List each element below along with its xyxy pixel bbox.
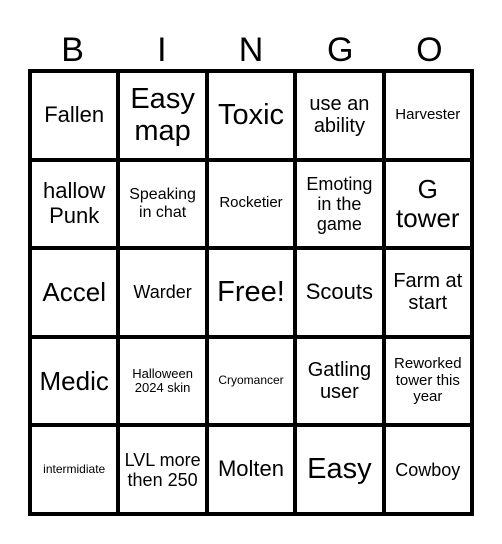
bingo-cell[interactable]: Harvester <box>385 73 470 158</box>
bingo-cell[interactable]: Easy map <box>120 73 205 158</box>
bingo-header: B I N G O <box>28 30 474 70</box>
header-letter-g: G <box>326 31 354 69</box>
bingo-cell[interactable]: Farm at start <box>385 250 470 335</box>
bingo-cell[interactable]: Cowboy <box>385 427 470 512</box>
bingo-cell[interactable]: Free! <box>208 250 294 335</box>
bingo-cell[interactable]: hallow Punk <box>32 161 117 247</box>
bingo-cell[interactable]: use an ability <box>297 73 382 158</box>
bingo-board: Fallen Easy map Toxic use an ability Har… <box>28 69 474 516</box>
bingo-cell[interactable]: Easy <box>297 427 382 512</box>
bingo-cell[interactable]: Warder <box>120 250 205 335</box>
bingo-cell[interactable]: Fallen <box>32 73 117 158</box>
bingo-cell[interactable]: Rocketier <box>208 161 294 247</box>
bingo-cell[interactable]: Molten <box>208 427 294 512</box>
header-letter-i: I <box>157 31 167 69</box>
bingo-cell[interactable]: G tower <box>385 161 470 247</box>
bingo-cell[interactable]: Speaking in chat <box>120 161 205 247</box>
bingo-cell[interactable]: Reworked tower this year <box>385 338 470 424</box>
bingo-cell[interactable]: intermidiate <box>32 427 117 512</box>
header-letter-o: O <box>416 31 443 69</box>
bingo-cell[interactable]: Emoting in the game <box>297 161 382 247</box>
bingo-cell[interactable]: Scouts <box>297 250 382 335</box>
bingo-cell[interactable]: Cryomancer <box>208 338 294 424</box>
bingo-cell[interactable]: Accel <box>32 250 117 335</box>
header-letter-n: N <box>238 31 264 69</box>
header-letter-b: B <box>61 31 84 69</box>
bingo-cell[interactable]: Toxic <box>208 73 294 158</box>
bingo-cell[interactable]: Gatling user <box>297 338 382 424</box>
bingo-cell[interactable]: Medic <box>32 338 117 424</box>
bingo-cell[interactable]: LVL more then 250 <box>120 427 205 512</box>
bingo-cell[interactable]: Halloween 2024 skin <box>120 338 205 424</box>
